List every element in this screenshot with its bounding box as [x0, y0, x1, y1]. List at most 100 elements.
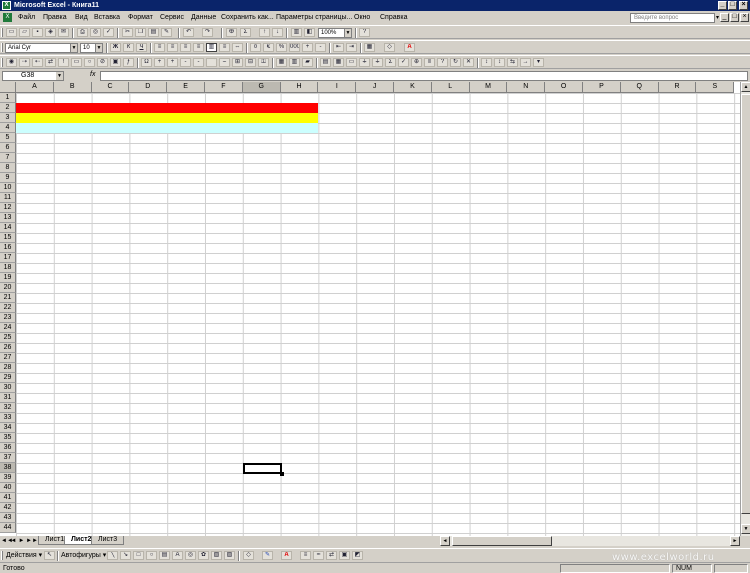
ungroup-icon[interactable]: ⊟: [245, 58, 256, 67]
subtotal-icon[interactable]: Σ: [385, 58, 396, 67]
sort-descending-icon[interactable]: ↓: [272, 28, 283, 37]
column-header-g[interactable]: G: [242, 82, 281, 93]
delete-row-icon[interactable]: -: [180, 58, 191, 67]
align-right-icon[interactable]: ≡: [180, 43, 191, 52]
help-question-input[interactable]: Введите вопрос: [630, 13, 715, 23]
insert-column-icon[interactable]: +: [167, 58, 178, 67]
sort-za-icon[interactable]: ↕: [494, 58, 505, 67]
row-header-30[interactable]: 30: [0, 383, 16, 393]
consolidate-icon[interactable]: ⊕: [411, 58, 422, 67]
line-style-icon[interactable]: ≡: [300, 551, 311, 560]
prev-sheet-icon[interactable]: ◄: [10, 537, 17, 545]
close-button[interactable]: ×: [739, 1, 748, 10]
row-header-42[interactable]: 42: [0, 503, 16, 513]
row-header-41[interactable]: 41: [0, 493, 16, 503]
row-header-20[interactable]: 20: [0, 283, 16, 293]
row-header-6[interactable]: 6: [0, 143, 16, 153]
picture-icon[interactable]: ▧: [211, 551, 222, 560]
first-sheet-icon[interactable]: ◄◄: [1, 537, 13, 545]
new-comment-icon[interactable]: ▭: [71, 58, 82, 67]
filled-row-4[interactable]: [16, 123, 319, 133]
save-icon[interactable]: ▪: [32, 28, 43, 37]
distributed-align-icon[interactable]: ▥: [206, 43, 217, 52]
row-header-16[interactable]: 16: [0, 243, 16, 253]
column-header-j[interactable]: J: [356, 82, 394, 93]
select-all-button[interactable]: [0, 82, 16, 93]
column-header-r[interactable]: R: [658, 82, 697, 93]
hide-icon[interactable]: ⌒: [206, 58, 217, 67]
doc-close-button[interactable]: ×: [740, 13, 749, 22]
align-center-icon[interactable]: ≡: [167, 43, 178, 52]
row-header-27[interactable]: 27: [0, 353, 16, 363]
row-header-2[interactable]: 2: [0, 103, 16, 113]
merge-center-icon[interactable]: ⇔: [232, 43, 243, 52]
horizontal-scroll-thumb[interactable]: [452, 536, 552, 546]
delete-column-icon[interactable]: -: [193, 58, 204, 67]
drawing-icon[interactable]: ◧: [304, 28, 315, 37]
formula-input[interactable]: [100, 71, 748, 81]
row-header-14[interactable]: 14: [0, 223, 16, 233]
column-header-d[interactable]: D: [129, 82, 168, 93]
redo-icon[interactable]: ↷: [202, 28, 213, 37]
row-header-10[interactable]: 10: [0, 183, 16, 193]
column-header-c[interactable]: C: [91, 82, 130, 93]
active-cell[interactable]: [242, 463, 284, 476]
print-preview-icon[interactable]: ◎: [90, 28, 101, 37]
decrease-indent-icon[interactable]: ⇤: [333, 43, 344, 52]
sort-ascending-icon[interactable]: ↑: [259, 28, 270, 37]
row-header-19[interactable]: 19: [0, 273, 16, 283]
circle-invalid-icon[interactable]: ○: [84, 58, 95, 67]
text-color-icon[interactable]: A: [281, 551, 292, 560]
menu-page-setup[interactable]: Параметры страницы...: [276, 14, 352, 22]
bold-button[interactable]: Ж: [110, 43, 121, 52]
spelling-icon[interactable]: ✓: [103, 28, 114, 37]
menu-view[interactable]: Вид: [75, 14, 88, 22]
help-icon[interactable]: ?: [359, 28, 370, 37]
sheet-tab-3[interactable]: Лист3: [91, 536, 125, 545]
filled-row-3[interactable]: [16, 113, 319, 123]
arrow-icon[interactable]: ↘: [120, 551, 131, 560]
toolbar-grip[interactable]: [1, 551, 3, 560]
row-header-32[interactable]: 32: [0, 403, 16, 413]
row-header-13[interactable]: 13: [0, 213, 16, 223]
rectangle-icon[interactable]: □: [133, 551, 144, 560]
symbol-icon[interactable]: Ω: [141, 58, 152, 67]
row-header-8[interactable]: 8: [0, 163, 16, 173]
chevron-down-icon[interactable]: ▼: [56, 72, 63, 80]
more-options-icon[interactable]: ▾: [533, 58, 544, 67]
doc-minimize-button[interactable]: _: [720, 13, 729, 22]
filter-icon[interactable]: ⏚: [359, 58, 370, 67]
scroll-up-icon[interactable]: ▲: [741, 82, 750, 92]
wordart-icon[interactable]: A: [172, 551, 183, 560]
line-color-icon[interactable]: ✎: [262, 551, 273, 560]
toolbar-grip[interactable]: [1, 28, 3, 37]
open-icon[interactable]: ▱: [19, 28, 30, 37]
borders-icon[interactable]: ▦: [364, 43, 375, 52]
remove-arrows-icon[interactable]: ⇄: [45, 58, 56, 67]
cell-area[interactable]: [16, 93, 740, 536]
menu-insert[interactable]: Вставка: [94, 14, 120, 22]
fill-color-icon[interactable]: ◇: [384, 43, 395, 52]
paste-icon[interactable]: ▤: [148, 28, 159, 37]
group-icon[interactable]: ⊞: [232, 58, 243, 67]
split-icon[interactable]: ▥: [289, 58, 300, 67]
menu-save-as[interactable]: Сохранить как...: [221, 14, 274, 22]
doc-restore-button[interactable]: □: [730, 13, 739, 22]
shape-fill-icon[interactable]: ◇: [243, 551, 254, 560]
clipart-icon[interactable]: ✿: [198, 551, 209, 560]
column-header-l[interactable]: L: [431, 82, 470, 93]
3d-icon[interactable]: ◩: [352, 551, 363, 560]
line-icon[interactable]: ╲: [107, 551, 118, 560]
row-header-3[interactable]: 3: [0, 113, 16, 123]
image-icon[interactable]: ▨: [224, 551, 235, 560]
increase-decimal-icon[interactable]: +: [302, 43, 313, 52]
column-header-p[interactable]: P: [583, 82, 621, 93]
last-sheet-icon[interactable]: ►►: [26, 537, 38, 545]
row-header-37[interactable]: 37: [0, 453, 16, 463]
textbox-icon[interactable]: ▤: [159, 551, 170, 560]
scroll-right-icon[interactable]: ►: [730, 536, 740, 546]
folder-icon[interactable]: ▰: [302, 58, 313, 67]
trace-dependents-icon[interactable]: ⇠: [32, 58, 43, 67]
chart-wizard-icon[interactable]: ▥: [291, 28, 302, 37]
actions-menu[interactable]: Действия ▾: [6, 552, 42, 560]
